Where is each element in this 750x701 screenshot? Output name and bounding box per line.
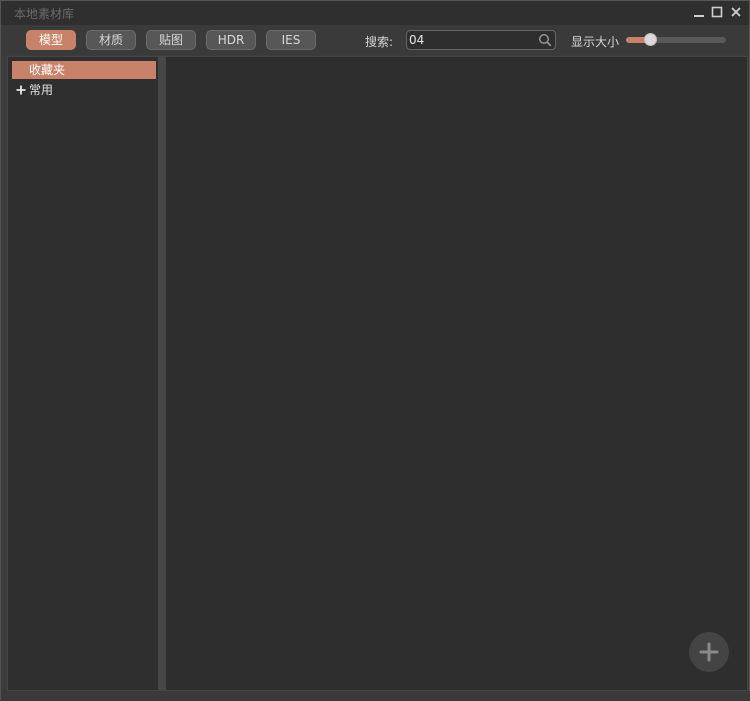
tab-texture[interactable]: 贴图 xyxy=(146,30,196,50)
close-icon xyxy=(731,7,741,17)
tab-ies[interactable]: IES xyxy=(266,30,316,50)
add-asset-button[interactable] xyxy=(689,632,729,672)
display-size-label: 显示大小 xyxy=(571,35,620,49)
maximize-button[interactable] xyxy=(709,4,725,20)
display-size-slider[interactable] xyxy=(626,33,726,46)
close-button[interactable] xyxy=(728,4,744,20)
search-label: 搜索: xyxy=(365,35,394,49)
tree-item-label: 常用 xyxy=(29,83,54,97)
tree-item-common[interactable]: 常用 xyxy=(12,81,156,99)
category-tree: 收藏夹 常用 xyxy=(7,56,159,691)
search-icon[interactable] xyxy=(538,33,552,47)
asset-grid xyxy=(165,56,748,691)
tab-model[interactable]: 模型 xyxy=(26,30,76,50)
slider-thumb[interactable] xyxy=(644,33,657,46)
maximize-icon xyxy=(711,6,723,18)
search-box xyxy=(406,30,556,50)
window-title: 本地素材库 xyxy=(14,7,75,21)
tab-material[interactable]: 材质 xyxy=(86,30,136,50)
title-bar[interactable]: 本地素材库 xyxy=(1,1,749,25)
plus-icon[interactable] xyxy=(16,85,26,95)
material-library-window: 本地素材库 模型 材质 贴图 HDR IES 搜索: 04 显示大小 收藏夹 常… xyxy=(0,0,750,701)
tree-item-label: 收藏夹 xyxy=(29,63,66,77)
minimize-button[interactable] xyxy=(691,4,707,20)
minimize-icon xyxy=(694,15,704,17)
search-input[interactable] xyxy=(409,32,533,48)
tab-hdr[interactable]: HDR xyxy=(206,30,256,50)
add-icon xyxy=(699,642,719,662)
toolbar: 模型 材质 贴图 HDR IES 搜索: 显示大小 xyxy=(1,25,749,55)
tree-item-favorites[interactable]: 收藏夹 xyxy=(12,61,156,79)
